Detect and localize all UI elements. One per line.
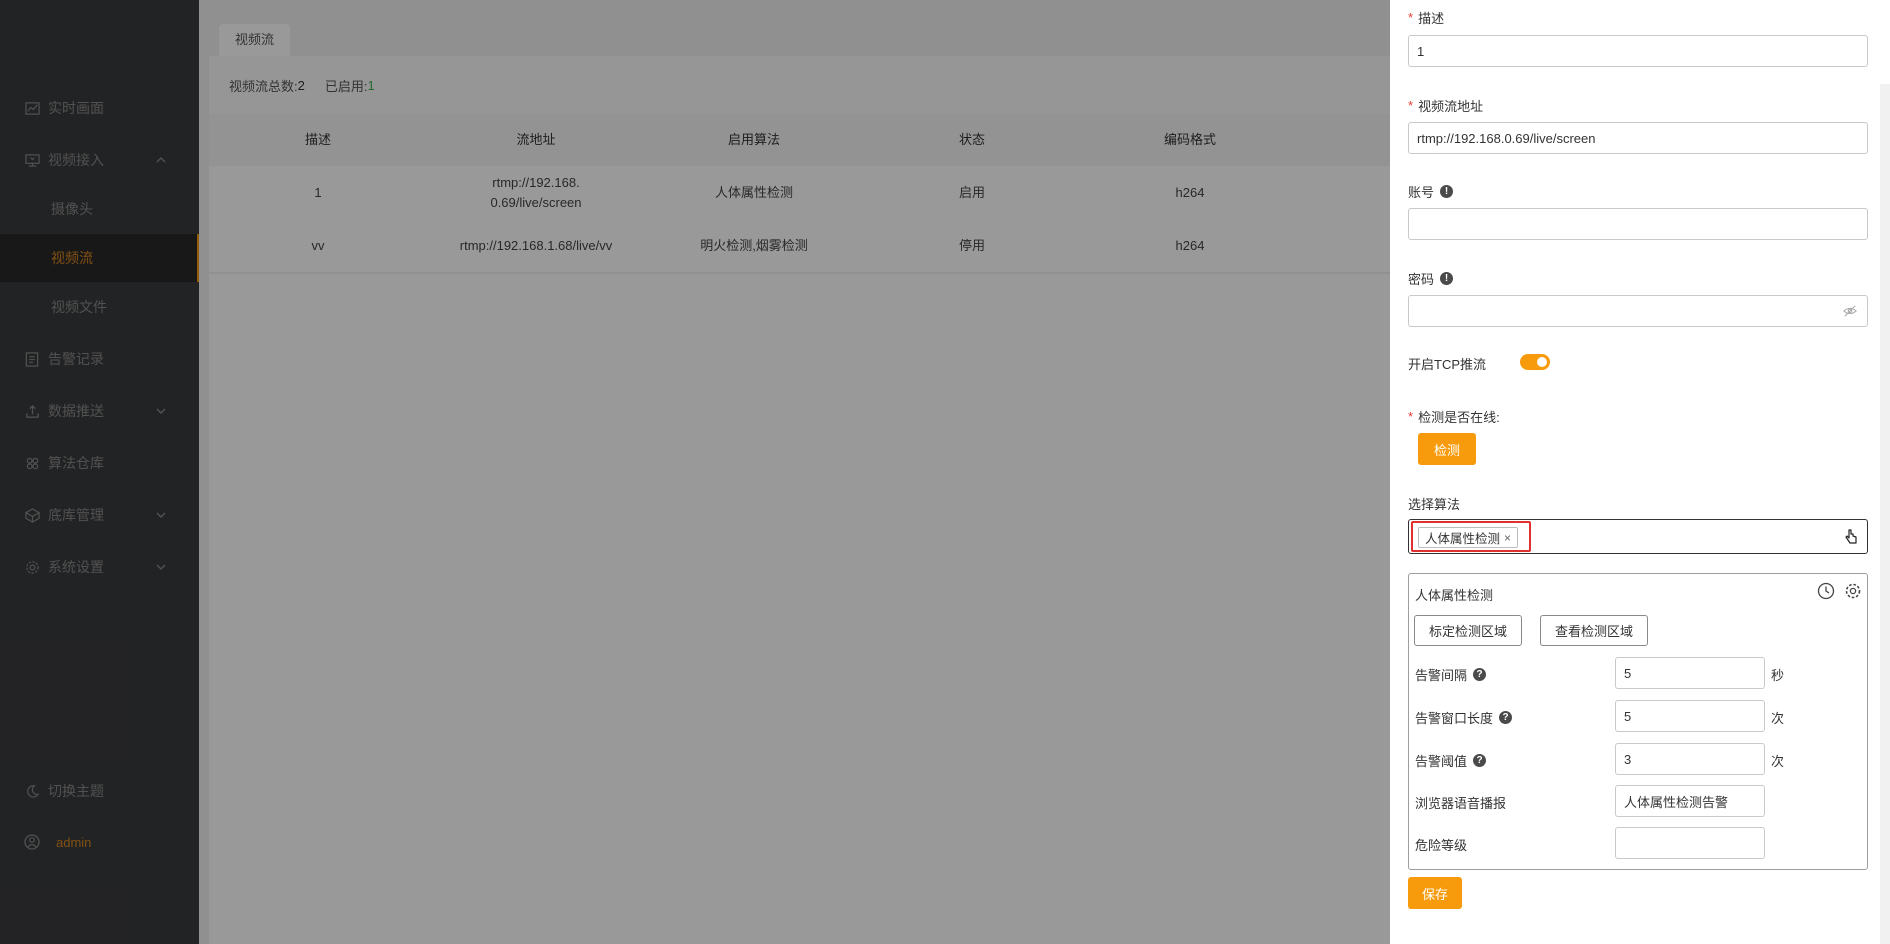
alarm-threshold-input[interactable]: 3	[1615, 743, 1765, 775]
password-label: 密码 !	[1408, 269, 1454, 288]
stream-url-input[interactable]: rtmp://192.168.0.69/live/screen	[1408, 122, 1868, 154]
account-input[interactable]	[1408, 208, 1868, 240]
close-icon[interactable]: ×	[1504, 531, 1511, 545]
voice-broadcast-input[interactable]: 人体属性检测告警	[1615, 785, 1765, 817]
online-check-label: * 检测是否在线:	[1408, 407, 1500, 426]
account-label: 账号 !	[1408, 182, 1454, 201]
algorithm-select[interactable]: 人体属性检测 ×	[1408, 519, 1868, 554]
info-icon[interactable]: !	[1440, 272, 1454, 285]
alarm-interval-input[interactable]: 5	[1615, 657, 1765, 689]
view-region-button[interactable]: 查看检测区域	[1540, 615, 1649, 646]
alarm-window-label-text: 告警窗口长度	[1415, 711, 1494, 726]
alarm-threshold-unit: 次	[1771, 754, 1785, 769]
description-input[interactable]: 1	[1408, 35, 1868, 67]
edit-stream-drawer: * 描述 1 * 视频流地址 rtmp://192.168.0.69/live/…	[1390, 0, 1890, 944]
description-label-text: 描述	[1418, 11, 1445, 26]
algorithm-config-panel: 人体属性检测 标定检测区域 查看检测区域 告警间隔 ? 5 秒 告警窗口长度 ?…	[1408, 573, 1868, 870]
tcp-push-label-text: 开启TCP推流	[1408, 357, 1487, 372]
check-online-button[interactable]: 检测	[1418, 433, 1477, 465]
hand-pointer-icon	[1843, 529, 1859, 545]
help-icon[interactable]: ?	[1473, 668, 1487, 681]
required-mark: *	[1408, 98, 1414, 113]
required-mark: *	[1408, 409, 1414, 424]
alarm-interval-label-text: 告警间隔	[1415, 668, 1468, 683]
account-label-text: 账号	[1408, 185, 1435, 200]
danger-level-input[interactable]	[1615, 827, 1765, 859]
stream-url-label-text: 视频流地址	[1418, 99, 1484, 114]
algorithm-label: 选择算法	[1408, 494, 1460, 513]
algorithm-label-text: 选择算法	[1408, 497, 1461, 512]
alarm-window-label: 告警窗口长度 ?	[1415, 708, 1513, 727]
selected-tag-highlight: 人体属性检测 ×	[1411, 521, 1531, 552]
password-label-text: 密码	[1408, 272, 1435, 287]
voice-broadcast-label: 浏览器语音播报	[1415, 793, 1506, 812]
tcp-push-label: 开启TCP推流	[1408, 354, 1486, 373]
help-icon[interactable]: ?	[1473, 754, 1487, 767]
algorithm-config-title: 人体属性检测	[1415, 588, 1494, 603]
info-icon[interactable]: !	[1440, 185, 1454, 198]
eye-hidden-icon[interactable]	[1843, 304, 1857, 318]
danger-level-label-text: 危险等级	[1415, 838, 1468, 853]
danger-level-label: 危险等级	[1415, 835, 1467, 854]
stream-url-label: * 视频流地址	[1408, 96, 1483, 115]
alarm-interval-unit: 秒	[1771, 668, 1785, 683]
alarm-threshold-label-text: 告警阈值	[1415, 754, 1468, 769]
required-mark: *	[1408, 10, 1414, 25]
online-check-label-text: 检测是否在线:	[1418, 410, 1500, 425]
algorithm-tag-label: 人体属性检测	[1425, 532, 1501, 546]
description-label: * 描述	[1408, 8, 1444, 27]
save-button[interactable]: 保存	[1408, 877, 1463, 909]
clock-icon[interactable]	[1817, 582, 1835, 600]
tcp-push-toggle[interactable]	[1520, 354, 1550, 370]
voice-broadcast-label-text: 浏览器语音播报	[1415, 796, 1507, 811]
gear-icon[interactable]	[1844, 582, 1862, 600]
password-input[interactable]	[1408, 295, 1868, 327]
help-icon[interactable]: ?	[1499, 711, 1513, 724]
toggle-knob	[1537, 357, 1547, 367]
alarm-interval-label: 告警间隔 ?	[1415, 665, 1487, 684]
mark-region-button[interactable]: 标定检测区域	[1414, 615, 1523, 646]
algorithm-tag: 人体属性检测 ×	[1418, 527, 1519, 548]
alarm-window-unit: 次	[1771, 711, 1785, 726]
alarm-window-input[interactable]: 5	[1615, 700, 1765, 732]
alarm-threshold-label: 告警阈值 ?	[1415, 751, 1487, 770]
drawer-scrollbar[interactable]	[1880, 84, 1890, 944]
